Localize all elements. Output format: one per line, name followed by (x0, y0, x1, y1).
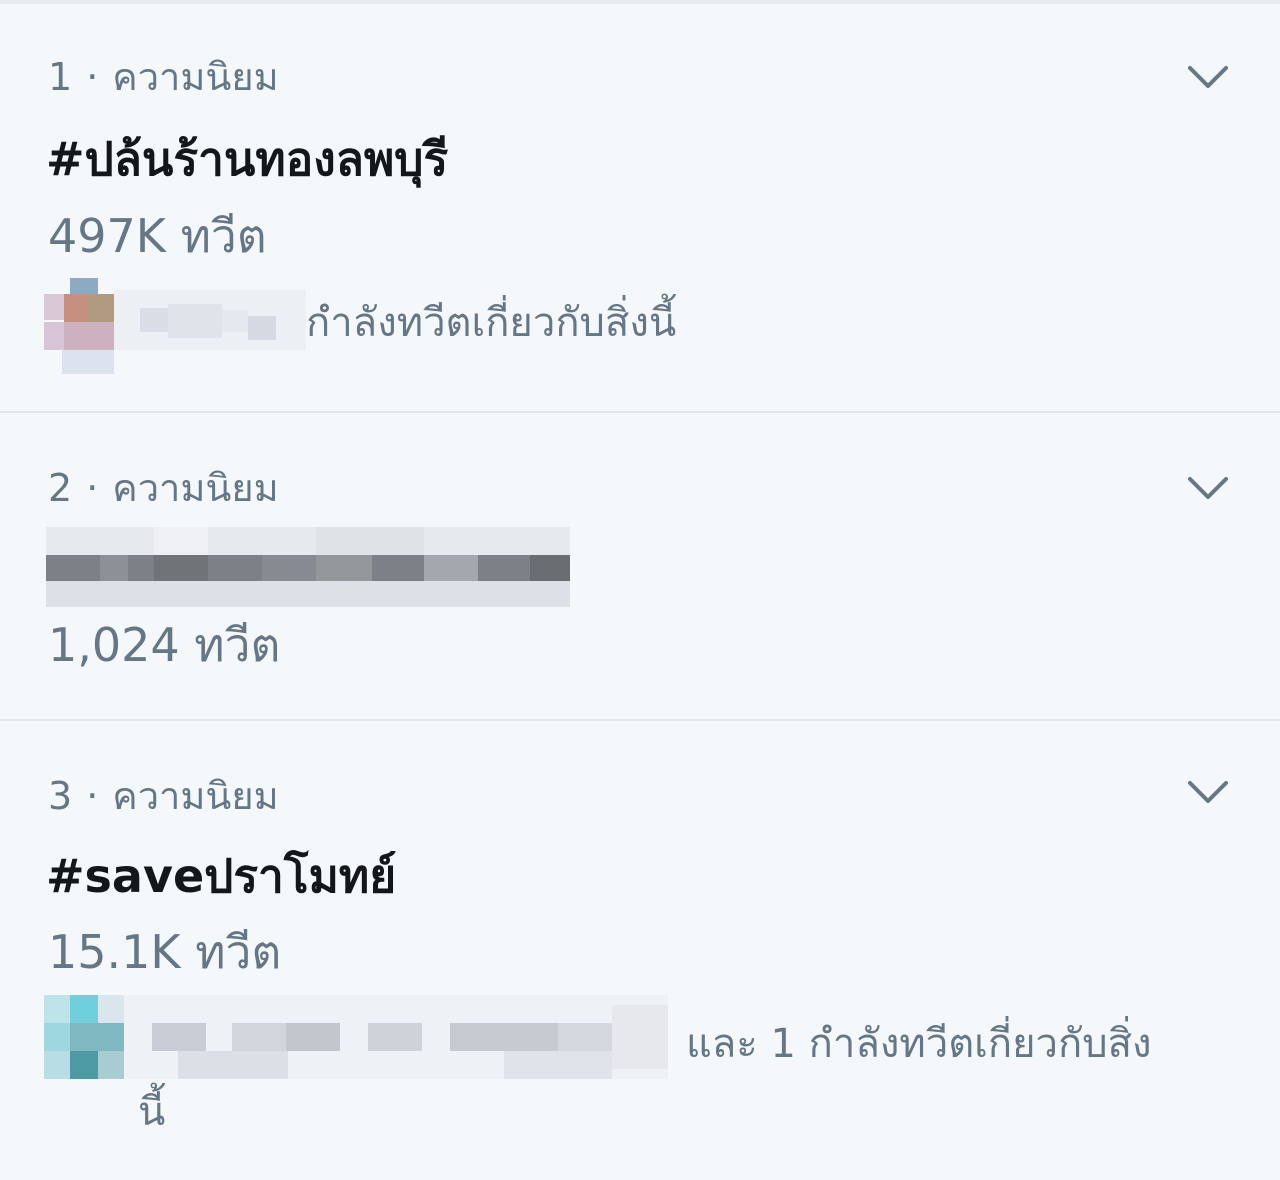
trend-context-wrap: นี้ (138, 1089, 166, 1135)
blurred-user-names (124, 995, 668, 1079)
meta-dot: · (86, 55, 99, 99)
trend-context: และ 1 กำลังทวีตเกี่ยวกับสิ่ง (686, 1021, 1152, 1067)
trend-context: กำลังทวีตเกี่ยวกับสิ่งนี้ (306, 300, 677, 346)
blurred-user-names (114, 290, 306, 350)
blurred-trend-title (46, 527, 570, 607)
tweet-count: 15.1K ทวีต (48, 925, 282, 979)
chevron-down-icon[interactable] (1184, 773, 1232, 813)
chevron-down-icon[interactable] (1184, 58, 1232, 98)
avatar (44, 278, 114, 374)
avatar (44, 995, 124, 1079)
tweet-count: 1,024 ทวีต (48, 618, 281, 672)
trend-category: ความนิยม (112, 55, 279, 99)
trend-rank: 3 (48, 774, 73, 818)
trend-meta: 2 · ความนิยม (48, 469, 279, 507)
trend-hashtag[interactable]: #ปล้นร้านทองลพบุรี (46, 136, 448, 182)
chevron-down-icon[interactable] (1184, 469, 1232, 509)
tweet-count: 497K ทวีต (48, 209, 267, 263)
trend-category: ความนิยม (112, 466, 279, 510)
trend-item-1[interactable]: 1 · ความนิยม #ปล้นร้านทองลพบุรี 497K ทวีต … (0, 0, 1280, 411)
trend-hashtag[interactable]: #saveปราโมทย์ (46, 853, 396, 899)
trend-item-2[interactable]: 2 · ความนิยม 1,024 ทวีต (0, 413, 1280, 719)
trend-rank: 2 (48, 466, 73, 510)
meta-dot: · (86, 466, 99, 510)
trend-item-3[interactable]: 3 · ความนิยม #saveปราโมทย์ 15.1K ทวีต และ … (0, 721, 1280, 1180)
meta-dot: · (86, 774, 99, 818)
trend-category: ความนิยม (112, 774, 279, 818)
trend-meta: 3 · ความนิยม (48, 777, 279, 815)
trend-rank: 1 (48, 55, 73, 99)
trend-meta: 1 · ความนิยม (48, 58, 279, 96)
